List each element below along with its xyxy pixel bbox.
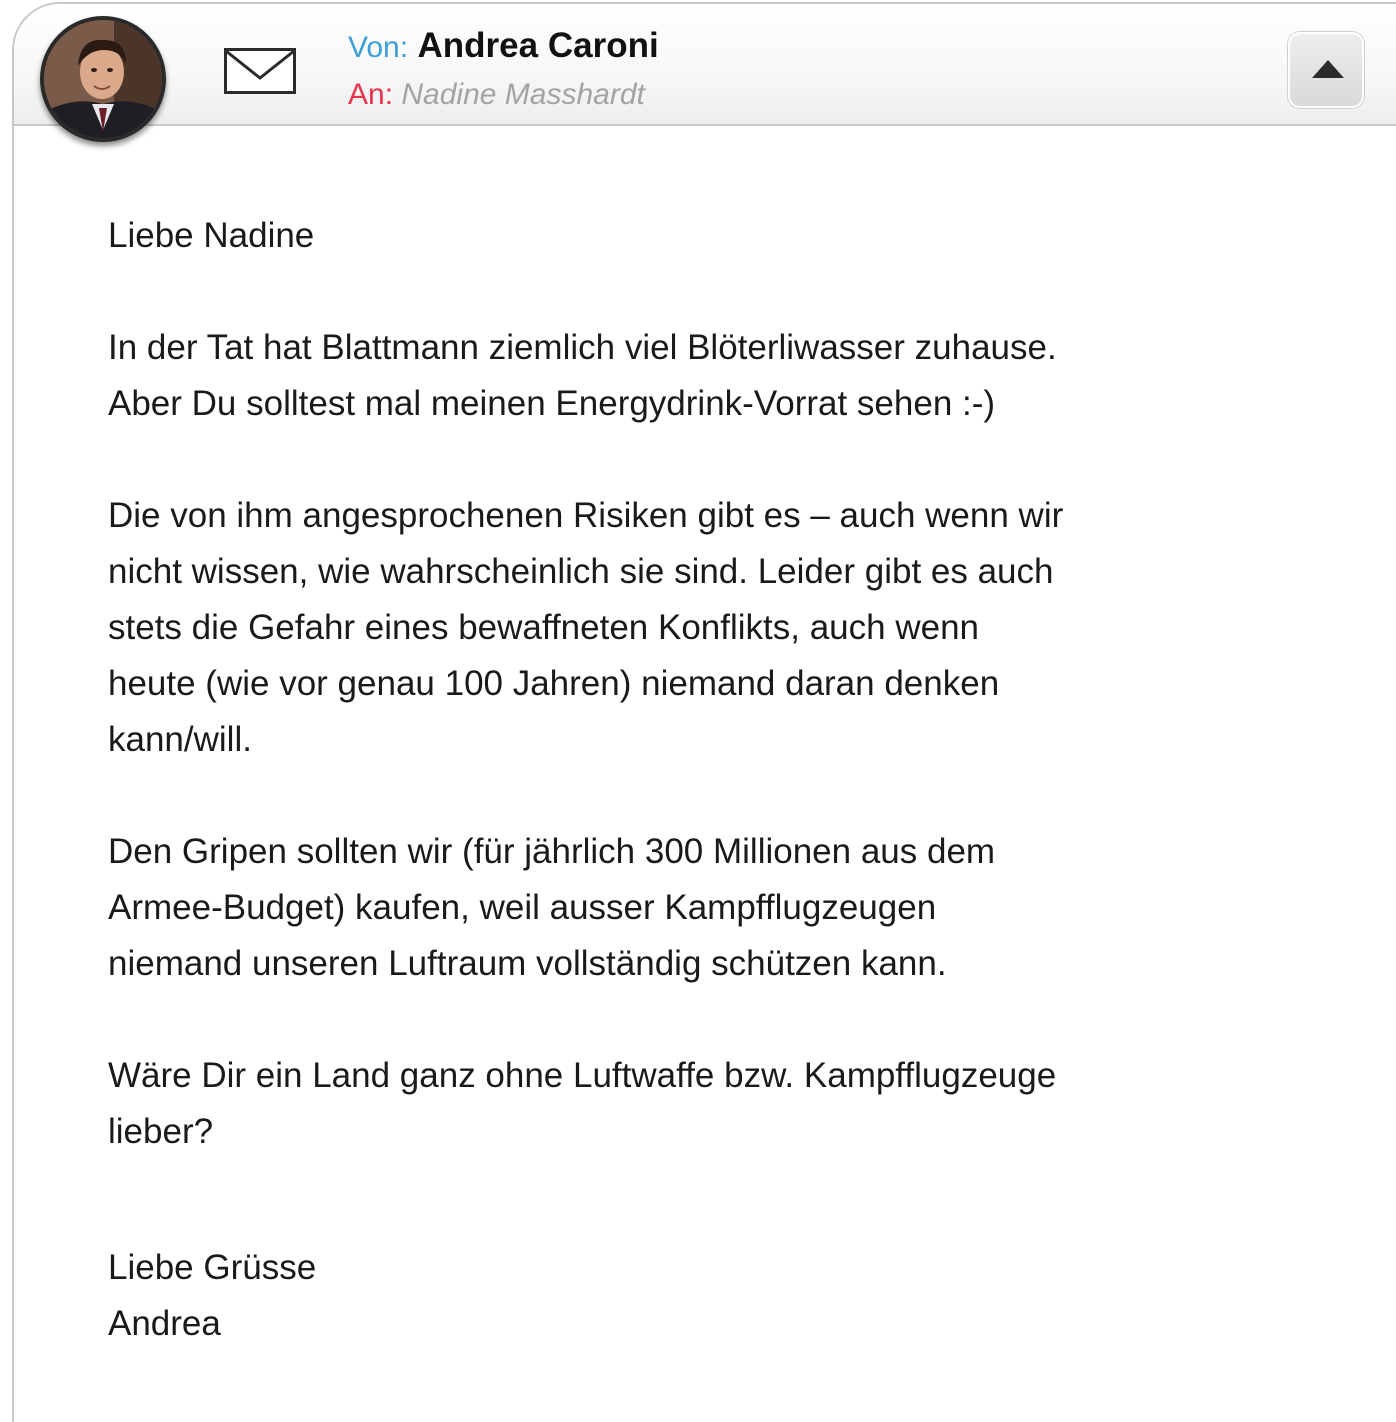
envelope-icon <box>224 48 296 94</box>
body-line: niemand unseren Luftraum vollständig sch… <box>108 944 947 983</box>
greeting: Liebe Nadine <box>108 216 315 255</box>
body-line: stets die Gefahr eines bewaffneten Konfl… <box>108 608 980 647</box>
body-line: heute (wie vor genau 100 Jahren) niemand… <box>108 664 1000 703</box>
recipient-name[interactable]: Nadine Masshardt <box>401 78 644 111</box>
from-label: Von: <box>348 31 409 64</box>
recipient-line: An: Nadine Masshardt <box>348 76 645 114</box>
sender-name[interactable]: Andrea Caroni <box>418 26 659 65</box>
avatar-photo <box>44 20 162 138</box>
triangle-up-icon <box>1312 60 1344 78</box>
message-card: Von: Andrea Caroni An: Nadine Masshardt … <box>12 2 1396 1422</box>
message-body: Liebe Nadine In der Tat hat Blattmann zi… <box>108 208 1188 1352</box>
body-line: Den Gripen sollten wir (für jährlich 300… <box>108 832 996 871</box>
signature: Andrea <box>108 1304 221 1343</box>
body-line: Aber Du solltest mal meinen Energydrink-… <box>108 384 996 423</box>
body-line: In der Tat hat Blattmann ziemlich viel B… <box>108 328 1057 367</box>
closing: Liebe Grüsse <box>108 1248 317 1287</box>
body-line: Armee-Budget) kaufen, weil ausser Kampff… <box>108 888 937 927</box>
body-line: nicht wissen, wie wahrscheinlich sie sin… <box>108 552 1054 591</box>
body-line: Die von ihm angesprochenen Risiken gibt … <box>108 496 1064 535</box>
body-line: kann/will. <box>108 720 252 759</box>
message-header: Von: Andrea Caroni An: Nadine Masshardt <box>14 4 1396 126</box>
sender-line: Von: Andrea Caroni <box>348 26 659 68</box>
body-line: Wäre Dir ein Land ganz ohne Luftwaffe bz… <box>108 1056 1057 1095</box>
sender-avatar[interactable] <box>40 16 166 142</box>
to-label: An: <box>348 78 394 111</box>
body-line: lieber? <box>108 1112 214 1151</box>
collapse-button[interactable] <box>1288 32 1364 108</box>
